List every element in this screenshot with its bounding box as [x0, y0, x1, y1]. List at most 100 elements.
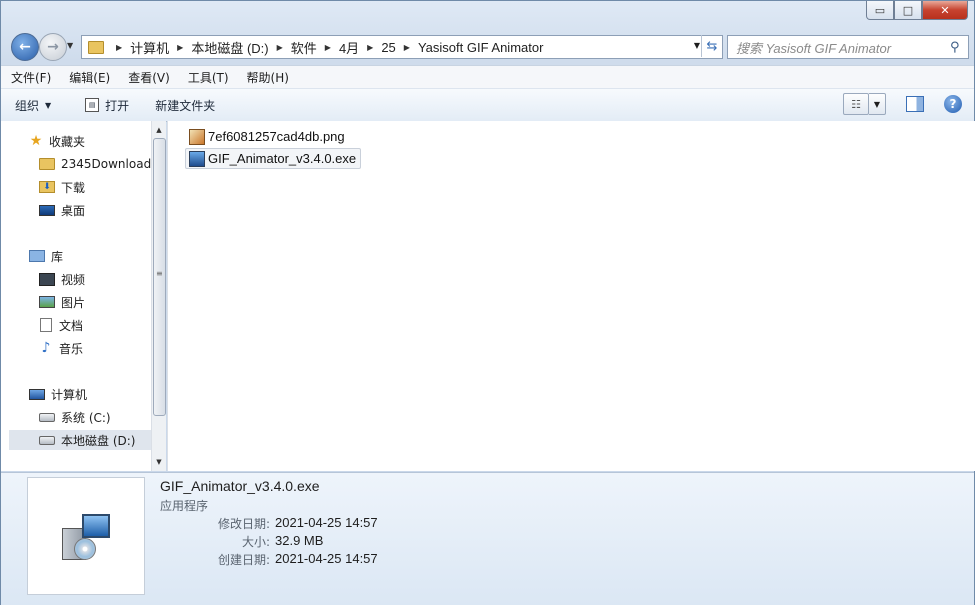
size-label: 大小:: [241, 535, 270, 549]
breadcrumb-software[interactable]: 软件 ▶: [291, 38, 339, 57]
details-created-row: 创建日期:: [1, 551, 270, 569]
menu-file[interactable]: 文件(F): [1, 69, 59, 86]
nav-item-2345downloads[interactable]: 2345Downloads: [39, 154, 151, 174]
nav-item-videos[interactable]: 视频: [39, 269, 85, 289]
details-file-type: 应用程序: [160, 499, 209, 513]
breadcrumb-computer[interactable]: 计算机 ▶: [130, 38, 191, 57]
navigation-pane: ★ 收藏夹 2345Downloads ⬇ 下载 桌面 库 视频 图片 文档 ♪…: [1, 121, 151, 471]
nav-item-label: 音乐: [59, 341, 84, 356]
details-pane: GIF_Animator_v3.4.0.exe 应用程序 修改日期: 2021-…: [1, 472, 974, 605]
breadcrumb-root-arrow[interactable]: ▶: [108, 43, 130, 52]
nav-libraries-label: 库: [51, 249, 64, 264]
png-image-icon: [189, 128, 205, 145]
nav-item-music[interactable]: ♪ 音乐: [39, 338, 83, 358]
desktop-icon: [39, 204, 55, 216]
breadcrumb-25[interactable]: 25 ▶: [381, 40, 418, 55]
folder-icon: [88, 40, 104, 54]
nav-item-label: 文档: [59, 318, 84, 333]
refresh-button[interactable]: ⇆: [701, 35, 722, 57]
nav-item-downloads[interactable]: ⬇ 下载: [39, 177, 85, 197]
close-button[interactable]: ✕: [922, 1, 968, 20]
menu-edit[interactable]: 编辑(E): [59, 69, 118, 86]
open-label: 打开: [105, 98, 130, 113]
documents-library-icon: [40, 318, 52, 332]
music-note-icon: ♪: [41, 340, 51, 356]
details-modified-row: 修改日期:: [1, 515, 270, 533]
address-bar[interactable]: ▶ 计算机 ▶ 本地磁盘 (D:) ▶ 软件 ▶ 4月 ▶ 25 ▶ Yasisoft G…: [81, 35, 723, 59]
nav-item-label: 桌面: [61, 203, 86, 218]
change-view-button[interactable]: ☷: [843, 93, 869, 115]
nav-favorites[interactable]: ★ 收藏夹: [29, 131, 85, 151]
search-box[interactable]: 搜索 Yasisoft GIF Animator ⚲: [727, 35, 969, 59]
back-button[interactable]: ←: [11, 33, 39, 61]
system-drive-icon: [39, 412, 55, 422]
computer-icon: [29, 388, 45, 400]
title-bar: ▭ □ ✕: [1, 1, 974, 31]
preview-pane-button[interactable]: [906, 96, 924, 112]
new-folder-button[interactable]: 新建文件夹: [141, 97, 227, 114]
organize-button[interactable]: 组织 ▼: [1, 97, 63, 114]
nav-item-label: 图片: [61, 295, 86, 310]
breadcrumb-drive-d[interactable]: 本地磁盘 (D:) ▶: [191, 38, 290, 57]
new-folder-label: 新建文件夹: [155, 98, 216, 113]
downloads-folder-icon: ⬇: [39, 181, 55, 193]
address-history-dropdown[interactable]: ▼: [694, 41, 700, 50]
nav-computer[interactable]: 计算机: [29, 384, 87, 404]
file-name: 7ef6081257cad4db.png: [208, 129, 345, 144]
details-size-row: 大小:: [1, 533, 270, 551]
menu-bar: 文件(F) 编辑(E) 查看(V) 工具(T) 帮助(H): [1, 65, 974, 88]
size-value: 32.9 MB: [275, 533, 324, 548]
help-button[interactable]: ?: [944, 95, 962, 113]
modified-value: 2021-04-25 14:57: [275, 515, 378, 530]
local-drive-icon: [39, 435, 55, 445]
exe-installer-icon: [189, 150, 205, 167]
recent-pages-dropdown[interactable]: ▼: [67, 41, 73, 50]
menu-help[interactable]: 帮助(H): [237, 69, 297, 86]
file-item-selected[interactable]: GIF_Animator_v3.4.0.exe: [185, 148, 362, 169]
video-library-icon: [39, 272, 55, 286]
breadcrumb-current-folder[interactable]: Yasisoft GIF Animator: [418, 40, 543, 55]
window-controls: ▭ □ ✕: [866, 1, 968, 20]
nav-item-label: 本地磁盘 (D:): [61, 433, 136, 448]
file-list: 7ef6081257cad4db.png GIF_Animator_v3.4.0…: [167, 121, 975, 471]
nav-pane-scrollbar[interactable]: ▲ ≡ ▼: [151, 121, 166, 471]
pictures-library-icon: [39, 296, 55, 308]
grip-icon: ≡: [156, 269, 163, 278]
maximize-button[interactable]: □: [894, 1, 922, 20]
search-icon[interactable]: ⚲: [950, 40, 968, 55]
view-details-icon: ☷: [851, 97, 861, 111]
nav-item-drive-c[interactable]: 系统 (C:): [39, 407, 111, 427]
nav-item-desktop[interactable]: 桌面: [39, 200, 85, 220]
nav-item-pictures[interactable]: 图片: [39, 292, 85, 312]
forward-arrow-icon: →: [47, 39, 59, 55]
nav-item-documents[interactable]: 文档: [39, 315, 83, 335]
modified-label: 修改日期:: [217, 517, 270, 531]
refresh-icon: ⇆: [706, 38, 718, 54]
nav-libraries[interactable]: 库: [29, 246, 63, 266]
nav-item-label: 系统 (C:): [61, 410, 111, 425]
file-item[interactable]: 7ef6081257cad4db.png: [186, 127, 349, 146]
nav-computer-label: 计算机: [51, 387, 88, 402]
minimize-button[interactable]: ▭: [866, 1, 894, 20]
organize-label: 组织: [15, 98, 40, 113]
nav-favorites-label: 收藏夹: [49, 134, 86, 149]
created-label: 创建日期:: [217, 553, 270, 567]
explorer-window: ▭ □ ✕ ← → ▼ ▶ 计算机 ▶ 本地磁盘 (D:) ▶ 软件 ▶ 4月 ▶ 25…: [0, 0, 975, 605]
command-bar: 组织 ▼ ▤ 打开 新建文件夹 ☷ ▼ ?: [1, 88, 974, 122]
view-controls: ☷ ▼ ?: [843, 93, 962, 115]
scrollbar-thumb[interactable]: ≡: [153, 138, 166, 416]
navigation-row: ← → ▼ ▶ 计算机 ▶ 本地磁盘 (D:) ▶ 软件 ▶ 4月 ▶ 25 ▶ Yasi…: [9, 33, 969, 61]
scroll-up-arrow-icon[interactable]: ▲: [152, 123, 166, 137]
breadcrumb-april[interactable]: 4月 ▶: [339, 38, 381, 57]
caret-down-icon: ▼: [45, 100, 52, 110]
nav-item-drive-d[interactable]: 本地磁盘 (D:): [9, 430, 151, 450]
nav-item-label: 2345Downloads: [61, 157, 151, 171]
view-options-dropdown[interactable]: ▼: [869, 93, 886, 115]
forward-button[interactable]: →: [39, 33, 67, 61]
menu-view[interactable]: 查看(V): [118, 69, 178, 86]
scroll-down-arrow-icon[interactable]: ▼: [152, 455, 166, 469]
menu-tools[interactable]: 工具(T): [178, 69, 237, 86]
open-button[interactable]: ▤ 打开: [71, 97, 141, 114]
search-input[interactable]: 搜索 Yasisoft GIF Animator: [728, 38, 950, 57]
open-icon: ▤: [85, 98, 100, 112]
